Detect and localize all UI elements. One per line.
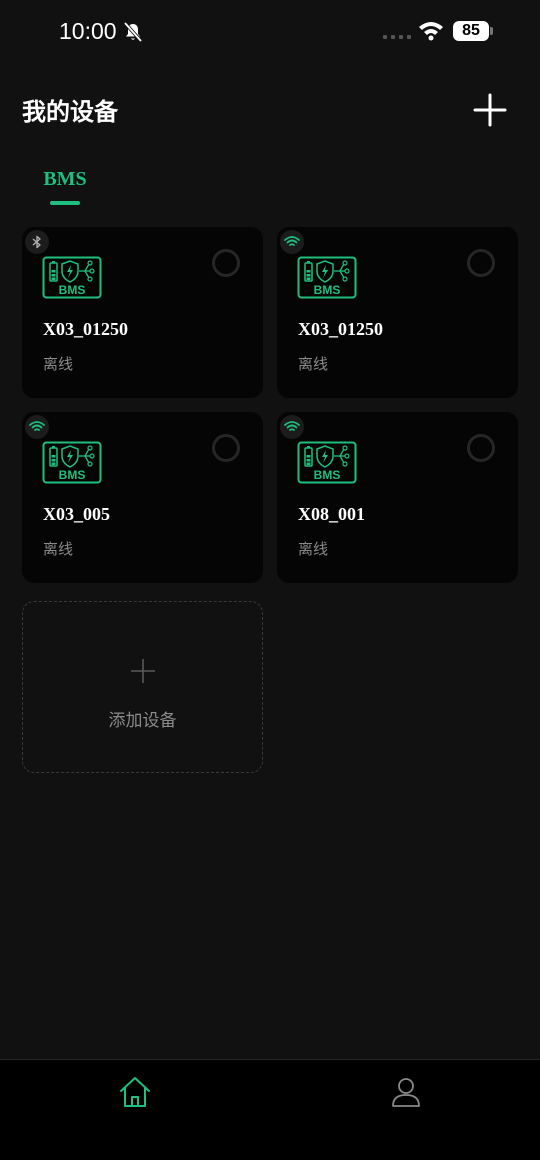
- tab-active-indicator: [50, 201, 80, 205]
- wifi-icon: [284, 421, 300, 431]
- add-device-label: 添加设备: [108, 711, 177, 731]
- add-device-card[interactable]: 添加设备: [22, 601, 263, 773]
- battery-tip: [490, 27, 493, 35]
- bluetooth-icon: [32, 235, 41, 249]
- bms-device-icon: BMS: [297, 441, 357, 484]
- device-status: 离线: [298, 540, 329, 558]
- select-radio[interactable]: [467, 249, 495, 277]
- status-bar: 10:00 85: [0, 0, 540, 62]
- battery-indicator: 85: [453, 21, 489, 41]
- device-card[interactable]: BMS X08_001 离线: [277, 412, 518, 583]
- add-device-plus-button[interactable]: [472, 92, 508, 128]
- bms-icon-label: BMS: [59, 468, 86, 482]
- wifi-icon: [284, 236, 300, 246]
- signal-dots-icon: [383, 35, 411, 39]
- tab-bms-label: BMS: [43, 168, 87, 190]
- device-card[interactable]: BMS X03_01250 离线: [277, 227, 518, 398]
- select-radio[interactable]: [212, 434, 240, 462]
- bottom-nav: [0, 1059, 540, 1160]
- home-icon[interactable]: [117, 1074, 153, 1110]
- device-name: X03_005: [43, 504, 110, 524]
- page-title: 我的设备: [22, 98, 118, 126]
- bms-device-icon: BMS: [42, 256, 102, 299]
- wifi-icon: [29, 421, 45, 431]
- status-time: 10:00: [59, 18, 117, 44]
- bms-device-icon: BMS: [297, 256, 357, 299]
- bms-device-icon: BMS: [42, 441, 102, 484]
- wifi-status-icon: [419, 22, 443, 41]
- connection-badge: [25, 415, 49, 439]
- select-radio[interactable]: [467, 434, 495, 462]
- device-status: 离线: [298, 355, 329, 373]
- tab-bms[interactable]: BMS: [36, 168, 94, 208]
- device-name: X03_01250: [43, 319, 128, 339]
- device-status: 离线: [43, 540, 74, 558]
- device-name: X03_01250: [298, 319, 383, 339]
- device-name: X08_001: [298, 504, 365, 524]
- profile-icon[interactable]: [388, 1074, 424, 1110]
- bell-off-icon: [123, 21, 143, 43]
- bms-icon-label: BMS: [59, 283, 86, 297]
- device-card[interactable]: BMS X03_01250 离线: [22, 227, 263, 398]
- connection-badge: [280, 230, 304, 254]
- plus-icon: [131, 659, 155, 683]
- connection-badge: [280, 415, 304, 439]
- select-radio[interactable]: [212, 249, 240, 277]
- bms-icon-label: BMS: [314, 468, 341, 482]
- device-status: 离线: [43, 355, 74, 373]
- connection-badge: [25, 230, 49, 254]
- device-card[interactable]: BMS X03_005 离线: [22, 412, 263, 583]
- bms-icon-label: BMS: [314, 283, 341, 297]
